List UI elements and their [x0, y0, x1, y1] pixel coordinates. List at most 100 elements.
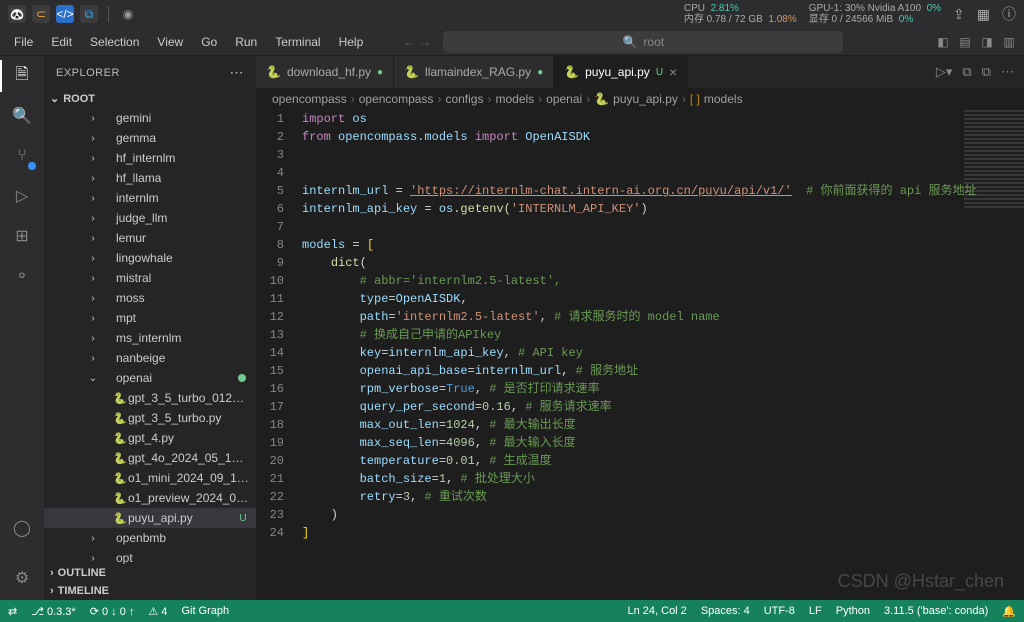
account-icon[interactable]: ◯	[10, 516, 34, 540]
tree-item-gpt-3-5-turbo-py[interactable]: 🐍gpt_3_5_turbo.py	[44, 408, 256, 428]
menu-go[interactable]: Go	[193, 31, 225, 53]
tree-item-o1-preview-2024-09-12-py[interactable]: 🐍o1_preview_2024_09_12.py	[44, 488, 256, 508]
menu-view[interactable]: View	[149, 31, 191, 53]
tab-puyu-api[interactable]: 🐍 puyu_api.py U ×	[554, 56, 688, 88]
tree-item-gemma[interactable]: ›gemma	[44, 128, 256, 148]
git-sync[interactable]: ⟳ 0 ↓ 0 ↑	[90, 605, 135, 618]
python-file-icon: 🐍	[112, 412, 128, 425]
app-icon-2[interactable]: ⊂	[32, 5, 50, 23]
tree-item-openai[interactable]: ⌄openai	[44, 368, 256, 388]
tree-item-gpt-4-py[interactable]: 🐍gpt_4.py	[44, 428, 256, 448]
bc-seg[interactable]: models	[704, 92, 743, 106]
eol[interactable]: LF	[809, 605, 822, 617]
indentation[interactable]: Spaces: 4	[701, 605, 750, 617]
python-file-icon: 🐍	[112, 472, 128, 485]
tree-item-gpt-3-5-turbo-0125-py[interactable]: 🐍gpt_3_5_turbo_0125.py	[44, 388, 256, 408]
editor-area: 🐍 download_hf.py ● 🐍 llamaindex_RAG.py ●…	[256, 56, 1024, 600]
timeline-label: TIMELINE	[58, 585, 109, 597]
layout-sidebar-right-icon[interactable]: ◨	[978, 35, 996, 49]
nav-back-icon[interactable]: ←	[403, 35, 415, 49]
menu-selection[interactable]: Selection	[82, 31, 147, 53]
tree-label: opt	[116, 551, 250, 564]
tree-label: lemur	[116, 231, 250, 245]
tab-download-hf[interactable]: 🐍 download_hf.py ●	[256, 56, 394, 88]
root-pane-header[interactable]: ⌄ ROOT	[44, 89, 256, 108]
command-center[interactable]: 🔍 root	[443, 31, 843, 53]
explorer-icon[interactable]: 🗎	[10, 64, 34, 88]
tree-item-lingowhale[interactable]: ›lingowhale	[44, 248, 256, 268]
tree-item-opt[interactable]: ›opt	[44, 548, 256, 564]
layout-panel-icon[interactable]: ▤	[956, 35, 974, 49]
nav-forward-icon[interactable]: →	[419, 35, 431, 49]
close-icon[interactable]: ×	[669, 64, 677, 80]
tree-item-puyu-api-py[interactable]: 🐍puyu_api.pyU	[44, 508, 256, 528]
tab-label: llamaindex_RAG.py	[425, 65, 531, 79]
bc-seg[interactable]: opencompass	[359, 92, 434, 106]
more-icon[interactable]: ⋯	[230, 64, 245, 81]
bc-seg[interactable]: opencompass	[272, 92, 347, 106]
run-icon[interactable]: ▷▾	[936, 64, 953, 80]
tree-item-ms-internlm[interactable]: ›ms_internlm	[44, 328, 256, 348]
menu-help[interactable]: Help	[331, 31, 372, 53]
scm-icon[interactable]: ⑂	[10, 144, 34, 168]
grid-icon[interactable]: ▦	[977, 6, 990, 23]
split-editor-icon[interactable]: ⧉	[982, 64, 991, 80]
testing-icon[interactable]: ⚬	[10, 264, 34, 288]
menu-edit[interactable]: Edit	[43, 31, 80, 53]
editor-body[interactable]: 123456789101112131415161718192021222324 …	[256, 110, 1024, 600]
tree-item-o1-mini-2024-09-12-py[interactable]: 🐍o1_mini_2024_09_12.py	[44, 468, 256, 488]
bc-seg[interactable]: models	[495, 92, 534, 106]
tree-item-judge-llm[interactable]: ›judge_llm	[44, 208, 256, 228]
debug-icon[interactable]: ▷	[10, 184, 34, 208]
tree-item-hf-internlm[interactable]: ›hf_internlm	[44, 148, 256, 168]
timeline-pane-header[interactable]: › TIMELINE	[44, 582, 256, 600]
encoding[interactable]: UTF-8	[764, 605, 795, 617]
layout-sidebar-left-icon[interactable]: ◧	[934, 35, 952, 49]
tree-label: judge_llm	[116, 211, 250, 225]
python-interpreter[interactable]: 3.11.5 ('base': conda)	[884, 605, 988, 617]
bc-seg[interactable]: puyu_api.py	[613, 92, 678, 106]
tab-label: puyu_api.py	[585, 65, 650, 79]
upload-icon[interactable]: ⇪	[953, 6, 965, 23]
tree-item-gpt-4o-2024-05-13-py[interactable]: 🐍gpt_4o_2024_05_13.py	[44, 448, 256, 468]
settings-icon[interactable]: ⚙	[10, 566, 34, 590]
tab-llamaindex[interactable]: 🐍 llamaindex_RAG.py ●	[394, 56, 554, 88]
git-graph[interactable]: Git Graph	[181, 605, 229, 617]
outline-pane-header[interactable]: › OUTLINE	[44, 564, 256, 582]
breadcrumb[interactable]: opencompass› opencompass› configs› model…	[256, 88, 1024, 110]
vscode-icon[interactable]: ⧉	[80, 5, 98, 23]
problems[interactable]: ⚠ 4	[148, 605, 167, 618]
notifications-icon[interactable]: 🔔	[1002, 605, 1016, 618]
tree-item-mistral[interactable]: ›mistral	[44, 268, 256, 288]
bc-seg[interactable]: openai	[546, 92, 582, 106]
tree-item-lemur[interactable]: ›lemur	[44, 228, 256, 248]
tree-item-hf-llama[interactable]: ›hf_llama	[44, 168, 256, 188]
menu-run[interactable]: Run	[227, 31, 265, 53]
minimap[interactable]	[964, 110, 1024, 210]
menu-file[interactable]: File	[6, 31, 41, 53]
menu-terminal[interactable]: Terminal	[267, 31, 328, 53]
tree-item-mpt[interactable]: ›mpt	[44, 308, 256, 328]
language-mode[interactable]: Python	[836, 605, 870, 617]
layout-customize-icon[interactable]: ▥	[1000, 35, 1018, 49]
tree-item-nanbeige[interactable]: ›nanbeige	[44, 348, 256, 368]
extensions-icon[interactable]: ⊞	[10, 224, 34, 248]
code-content[interactable]: import os from opencompass.models import…	[302, 110, 1024, 600]
bc-seg[interactable]: configs	[445, 92, 483, 106]
search-activity-icon[interactable]: 🔍	[10, 104, 34, 128]
cursor-pos[interactable]: Ln 24, Col 2	[627, 605, 686, 617]
remote-icon[interactable]: ⇄	[8, 605, 17, 618]
tree-item-gemini[interactable]: ›gemini	[44, 108, 256, 128]
tree-item-moss[interactable]: ›moss	[44, 288, 256, 308]
tab-modified-icon: ●	[377, 67, 383, 78]
file-tree[interactable]: ›gemini›gemma›hf_internlm›hf_llama›inter…	[44, 108, 256, 564]
tree-item-internlm[interactable]: ›internlm	[44, 188, 256, 208]
run-cell-icon[interactable]: ⧉	[962, 64, 971, 80]
more-actions-icon[interactable]: ⋯	[1001, 64, 1014, 80]
info-icon[interactable]: ⓘ	[1002, 4, 1016, 24]
app-icon-1[interactable]: 🐼	[8, 5, 26, 23]
app-icon-3[interactable]: </>	[56, 5, 74, 23]
tree-item-openbmb[interactable]: ›openbmb	[44, 528, 256, 548]
session-icon[interactable]: ◉	[119, 5, 137, 23]
git-branch[interactable]: ⎇ 0.3.3*	[31, 605, 75, 618]
